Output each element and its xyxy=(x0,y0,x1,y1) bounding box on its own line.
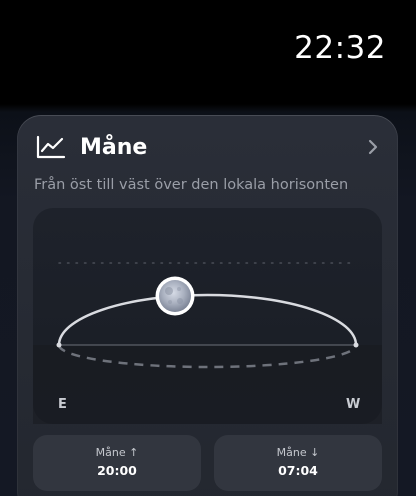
west-label: W xyxy=(346,397,361,412)
moon-icon xyxy=(155,276,195,316)
moon-path-above-horizon xyxy=(57,293,358,346)
east-label: E xyxy=(58,397,67,412)
line-chart-icon xyxy=(36,135,66,159)
card-title: Måne xyxy=(80,134,148,160)
moonset-time: 07:04 xyxy=(278,463,318,478)
moon-path-graphic xyxy=(33,262,382,424)
west-endpoint xyxy=(353,342,359,348)
moon-card[interactable]: Måne Från öst till väst över den lokala … xyxy=(17,115,398,496)
east-endpoint xyxy=(56,342,62,348)
chevron-right-icon[interactable] xyxy=(366,138,380,156)
moonrise-label: Måne ↑ xyxy=(95,446,139,459)
status-time: 22:32 xyxy=(294,30,386,66)
card-subtitle: Från öst till väst över den lokala horis… xyxy=(34,177,349,193)
card-header[interactable]: Måne xyxy=(36,132,380,162)
moonrise-box[interactable]: Måne ↑ 20:00 xyxy=(33,435,201,491)
screen: 22:32 Måne Från öst till väst över den l… xyxy=(0,0,416,496)
moon-path-panel: E W xyxy=(33,208,382,424)
moonrise-time: 20:00 xyxy=(97,463,137,478)
moonset-label: Måne ↓ xyxy=(276,446,320,459)
moonset-box[interactable]: Måne ↓ 07:04 xyxy=(214,435,382,491)
